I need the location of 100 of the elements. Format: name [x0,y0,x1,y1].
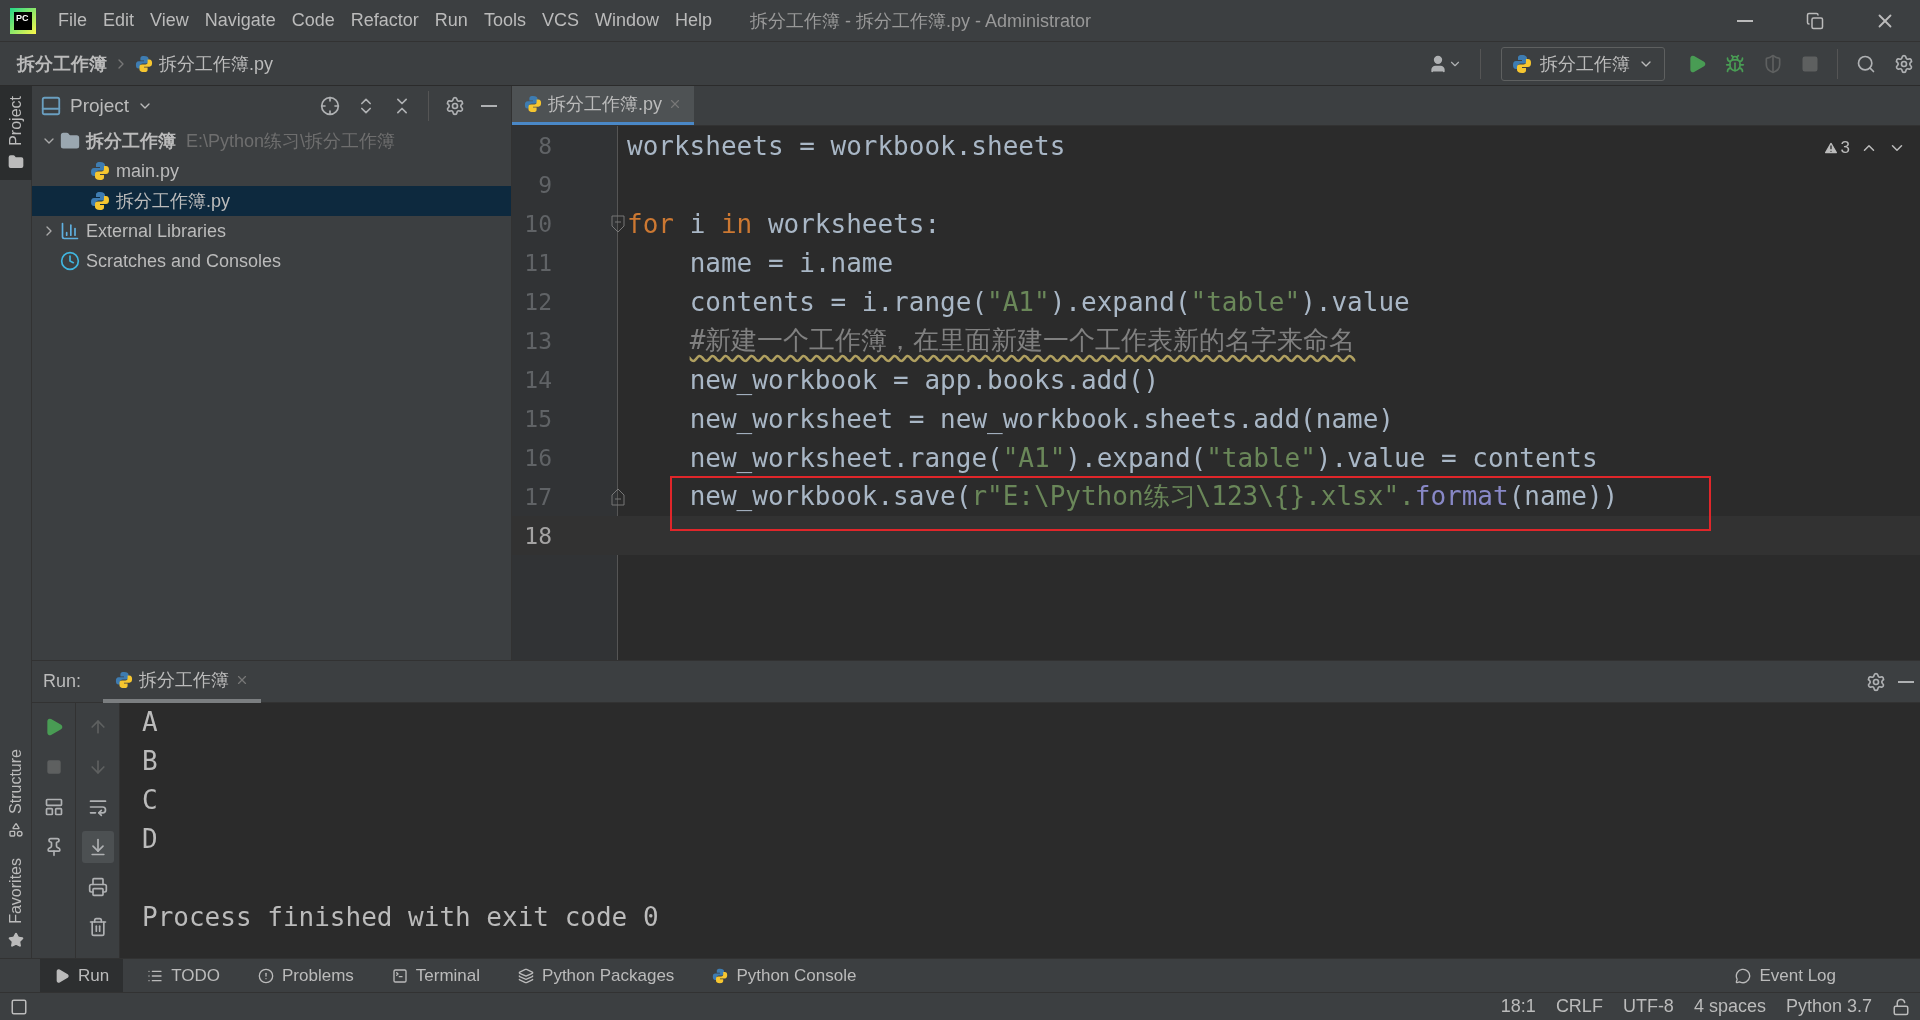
code-line: new_workbook = app.books.add() [688,364,1160,395]
alert-icon [258,967,274,984]
tree-label: 拆分工作簿.py [116,190,230,213]
folder-icon [60,131,80,151]
fold-icon[interactable] [610,214,626,233]
menu-item[interactable]: VCS [533,10,587,31]
menu-item[interactable]: Help [666,10,720,31]
clock-icon [60,251,80,271]
tool-tab[interactable]: Problems [244,958,368,993]
tree-item[interactable]: 拆分工作簿.py [32,186,511,216]
menu-item[interactable]: Run [426,10,476,31]
tool-tab[interactable]: Python Packages [504,958,689,993]
code-line: #新建一个工作簿，在里面新建一个工作表新的名字来命名 [688,324,1356,357]
tree-label: 拆分工作簿 [86,130,176,153]
crosshair-icon [320,96,340,116]
code-line: name = i.name [688,247,894,278]
speech-bubble-icon [1735,967,1752,984]
tool-tab[interactable]: Run [40,958,124,993]
python-icon [135,54,153,73]
bug-icon [1725,53,1745,74]
window-icon [40,95,62,117]
stop-icon [45,759,62,775]
menu-item[interactable]: Navigate [196,10,284,31]
layout-icon [43,797,64,817]
tree-label: External Libraries [86,220,227,242]
event-log-tab[interactable]: Event Log [1721,958,1850,993]
trash-icon [87,917,108,937]
scroll-to-end-button[interactable] [81,831,114,863]
tree-label: Scratches and Consoles [86,250,282,272]
status-item[interactable]: Python 3.7 [1785,996,1872,1017]
panel-toggle-icon[interactable] [10,997,28,1016]
star-icon [8,932,24,948]
output-line: B [142,745,159,778]
python-icon [90,161,110,181]
close-icon [668,97,682,111]
editor-tab[interactable]: 拆分工作簿.py [512,86,694,125]
play-icon [1687,53,1707,74]
menu-item[interactable]: Edit [95,10,143,31]
terminal-icon [391,967,408,984]
side-tab[interactable]: Favorites [0,848,32,958]
stop-icon [1801,54,1819,73]
layers-icon [518,967,535,984]
window-title: 拆分工作簿 - 拆分工作簿.py - Administrator [750,9,1092,33]
output-line: D [142,823,159,856]
tool-tab[interactable]: TODO [133,958,234,993]
breadcrumb[interactable]: 拆分工作簿 [17,51,107,76]
menu-item[interactable]: Refactor [342,10,427,31]
menu-item[interactable]: Tools [475,10,534,31]
output-line: A [142,706,159,739]
lock-icon[interactable] [1892,997,1910,1016]
tree-item[interactable]: Scratches and Consoles [32,246,511,276]
tree-label: main.py [116,160,180,182]
code-line: new_worksheet = new_workbook.sheets.add(name) [688,403,1395,434]
menu-item[interactable]: View [142,10,197,31]
python-icon [524,95,542,113]
project-view-dropdown[interactable]: Project [40,95,154,117]
status-item[interactable]: 18:1 [1500,996,1536,1017]
wrap-icon [87,797,108,817]
side-tab[interactable]: Structure [0,739,32,849]
folder-icon [8,153,24,170]
status-item[interactable]: 4 spaces [1693,996,1766,1017]
menu-item[interactable]: Window [586,10,667,31]
python-icon [90,191,110,211]
structure-icon [8,822,24,839]
settings-icon [1894,53,1914,74]
code-line: for i in worksheets: [627,208,941,239]
fold-icon[interactable] [610,487,626,506]
printer-icon [87,877,108,897]
warning-icon [1822,140,1839,156]
restore-icon [1806,11,1824,30]
shield-icon [1763,53,1783,74]
app-logo: PC [10,7,36,34]
code-line: worksheets = workbook.sheets [627,130,1066,161]
output-line: C [142,784,159,817]
tool-tab[interactable]: Python Console [698,958,871,993]
python-icon [712,967,729,984]
breadcrumb[interactable]: 拆分工作簿.py [159,51,273,76]
search-icon [1856,53,1876,74]
play-icon [54,967,70,984]
settings-icon [1866,671,1886,692]
tree-item[interactable]: External Libraries [32,216,511,246]
menu-item[interactable]: Code [283,10,343,31]
code-line: new_worksheet.range("A1").expand("table").value = contents [688,442,1598,473]
status-item[interactable]: UTF-8 [1622,996,1674,1017]
line-number: 18 [523,522,552,549]
python-icon [1512,53,1532,74]
run-label: Run: [43,671,82,692]
tool-tab[interactable]: Terminal [377,958,495,993]
minus-icon [1898,680,1914,683]
side-tab[interactable]: Project [0,86,32,180]
warning-count[interactable]: 3 [1822,138,1850,158]
menu-item[interactable]: File [50,10,95,31]
exit-message: Process finished with exit code 0 [142,901,660,934]
bars-icon [60,221,80,241]
settings-icon [445,96,465,116]
minus-icon [481,105,497,107]
tree-item[interactable]: main.py [32,156,511,186]
status-item[interactable]: CRLF [1555,996,1603,1017]
run-config-dropdown[interactable]: 拆分工作簿 [1501,46,1665,81]
user-icon [1428,53,1448,74]
